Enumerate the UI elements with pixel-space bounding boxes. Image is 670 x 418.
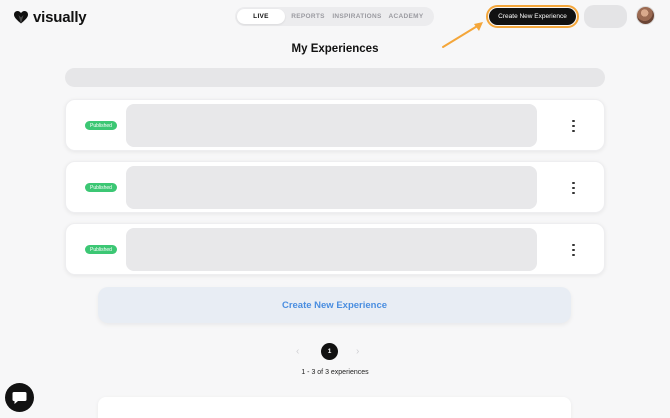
more-options-icon[interactable]	[572, 244, 575, 256]
more-options-icon[interactable]	[572, 120, 575, 132]
user-avatar[interactable]	[636, 6, 655, 25]
chat-bubble-icon	[12, 391, 27, 404]
more-options-icon[interactable]	[572, 182, 575, 194]
main-nav-tabs: LIVE REPORTS INSPIRATIONS ACADEMY	[235, 7, 434, 26]
tab-reports[interactable]: REPORTS	[285, 9, 331, 24]
experience-card[interactable]: Published	[65, 99, 605, 151]
heart-logo-icon	[14, 11, 28, 24]
create-new-experience-button[interactable]: Create New Experience	[489, 8, 576, 25]
page-number-current[interactable]: 1	[321, 343, 338, 360]
bottom-card	[98, 397, 571, 418]
status-badge: Published	[85, 245, 117, 254]
create-new-experience-banner[interactable]: Create New Experience	[98, 287, 571, 323]
experience-content-placeholder	[126, 104, 537, 147]
experience-content-placeholder	[126, 166, 537, 209]
chat-button[interactable]	[5, 383, 34, 412]
status-badge: Published	[85, 183, 117, 192]
page-title: My Experiences	[291, 43, 379, 55]
experience-content-placeholder	[126, 228, 537, 271]
tab-inspirations[interactable]: INSPIRATIONS	[331, 9, 383, 24]
experience-card[interactable]: Published	[65, 161, 605, 213]
next-page-icon[interactable]: ›	[356, 346, 359, 357]
visually-logo[interactable]: visually	[14, 9, 87, 26]
search-bar-placeholder[interactable]	[65, 68, 605, 87]
prev-page-icon[interactable]: ‹	[296, 346, 299, 357]
pagination: ‹ 1 ›	[0, 343, 670, 360]
pagination-summary: 1 - 3 of 3 experiences	[301, 369, 369, 376]
tab-live[interactable]: LIVE	[237, 9, 285, 24]
tab-academy[interactable]: ACADEMY	[383, 9, 429, 24]
header-placeholder-button[interactable]	[584, 5, 627, 28]
experience-card[interactable]: Published	[65, 223, 605, 275]
brand-name: visually	[33, 9, 87, 26]
status-badge: Published	[85, 121, 117, 130]
